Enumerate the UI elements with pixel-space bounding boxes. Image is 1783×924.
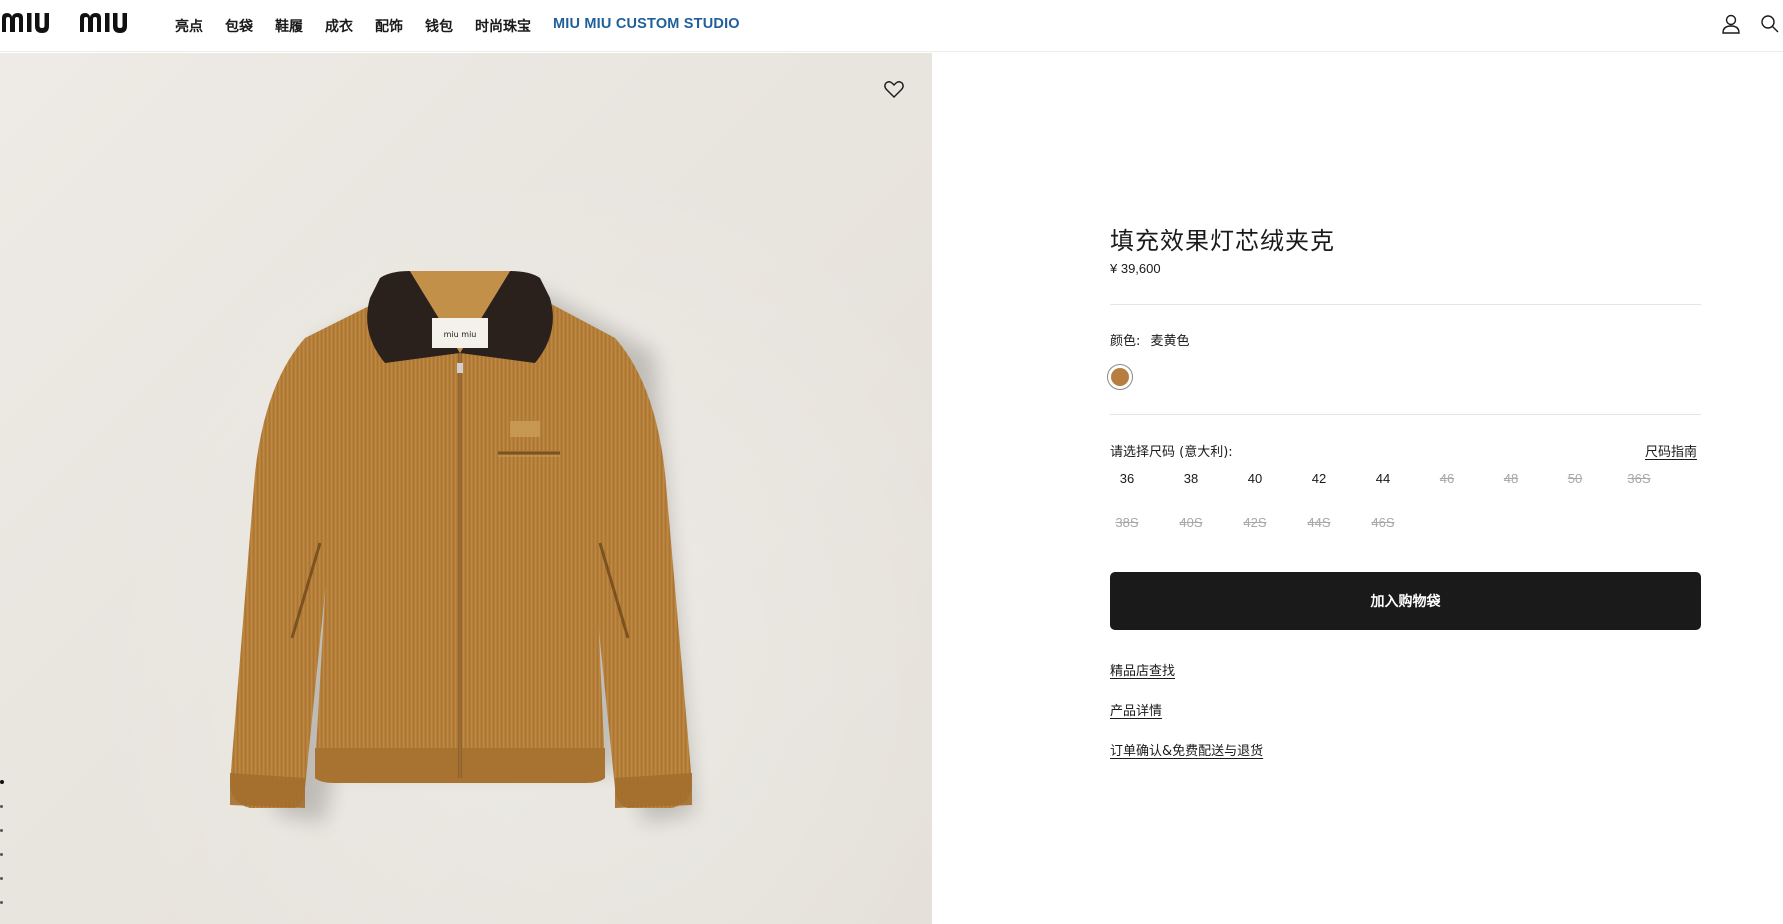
- color-label: 颜色:: [1110, 334, 1141, 349]
- size-option-38s[interactable]: 38S: [1107, 515, 1147, 530]
- nav-bags[interactable]: 包袋: [225, 16, 253, 36]
- gallery-dot[interactable]: [0, 829, 3, 832]
- store-locator-link[interactable]: 精品店查找: [1110, 660, 1175, 679]
- size-option-48[interactable]: 48: [1491, 471, 1531, 486]
- color-value: 麦黄色: [1150, 334, 1190, 349]
- color-row: 颜色: 麦黄色: [1110, 330, 1190, 349]
- size-option-38[interactable]: 38: [1171, 471, 1211, 486]
- divider: [1110, 414, 1701, 415]
- divider: [1110, 304, 1701, 305]
- size-option-40s[interactable]: 40S: [1171, 515, 1211, 530]
- size-option-40[interactable]: 40: [1235, 471, 1275, 486]
- main-nav: 亮点 包袋 鞋履 成衣 配饰 钱包 时尚珠宝 MIU MIU CUSTOM ST…: [175, 16, 762, 36]
- add-to-bag-button[interactable]: 加入购物袋: [1110, 572, 1701, 630]
- nav-custom-studio[interactable]: MIU MIU CUSTOM STUDIO: [553, 16, 740, 36]
- user-icon[interactable]: [1720, 13, 1742, 35]
- gallery-dot[interactable]: [0, 853, 3, 856]
- search-icon[interactable]: [1759, 13, 1781, 35]
- shipping-returns-link[interactable]: 订单确认&免费配送与退货: [1110, 740, 1263, 759]
- product-title: 填充效果灯芯绒夹克: [1110, 227, 1335, 255]
- heart-icon[interactable]: [882, 77, 906, 101]
- product-image-jacket: miu miu: [230, 271, 694, 823]
- color-swatch-selected[interactable]: [1107, 364, 1133, 390]
- gallery-dot[interactable]: [0, 780, 4, 784]
- size-option-46s[interactable]: 46S: [1363, 515, 1403, 530]
- size-option-42[interactable]: 42: [1299, 471, 1339, 486]
- miu-miu-logo[interactable]: [0, 8, 150, 38]
- size-option-44[interactable]: 44: [1363, 471, 1403, 486]
- gallery-dot[interactable]: [0, 901, 3, 904]
- product-price: ¥ 39,600: [1110, 261, 1161, 276]
- site-header: 亮点 包袋 鞋履 成衣 配饰 钱包 时尚珠宝 MIU MIU CUSTOM ST…: [0, 0, 1783, 52]
- nav-jewelry[interactable]: 时尚珠宝: [475, 16, 531, 36]
- product-details-link[interactable]: 产品详情: [1110, 700, 1162, 719]
- gallery-pagination: [0, 780, 6, 924]
- size-option-36s[interactable]: 36S: [1619, 471, 1659, 486]
- svg-text:miu miu: miu miu: [444, 330, 477, 339]
- size-option-50[interactable]: 50: [1555, 471, 1595, 486]
- product-info-panel: 填充效果灯芯绒夹克 ¥ 39,600 颜色: 麦黄色 请选择尺码 (意大利): …: [932, 53, 1783, 924]
- nav-highlights[interactable]: 亮点: [175, 16, 203, 36]
- nav-ready-to-wear[interactable]: 成衣: [325, 16, 353, 36]
- product-gallery[interactable]: miu miu: [0, 53, 932, 924]
- gallery-dot[interactable]: [0, 877, 3, 880]
- gallery-dot[interactable]: [0, 805, 3, 808]
- size-option-42s[interactable]: 42S: [1235, 515, 1275, 530]
- nav-accessories[interactable]: 配饰: [375, 16, 403, 36]
- size-option-46[interactable]: 46: [1427, 471, 1467, 486]
- nav-shoes[interactable]: 鞋履: [275, 16, 303, 36]
- size-guide-link[interactable]: 尺码指南: [1645, 441, 1697, 460]
- color-swatch: [1111, 368, 1129, 386]
- size-option-36[interactable]: 36: [1107, 471, 1147, 486]
- nav-wallets[interactable]: 钱包: [425, 16, 453, 36]
- size-label: 请选择尺码 (意大利):: [1110, 445, 1233, 460]
- size-option-44s[interactable]: 44S: [1299, 515, 1339, 530]
